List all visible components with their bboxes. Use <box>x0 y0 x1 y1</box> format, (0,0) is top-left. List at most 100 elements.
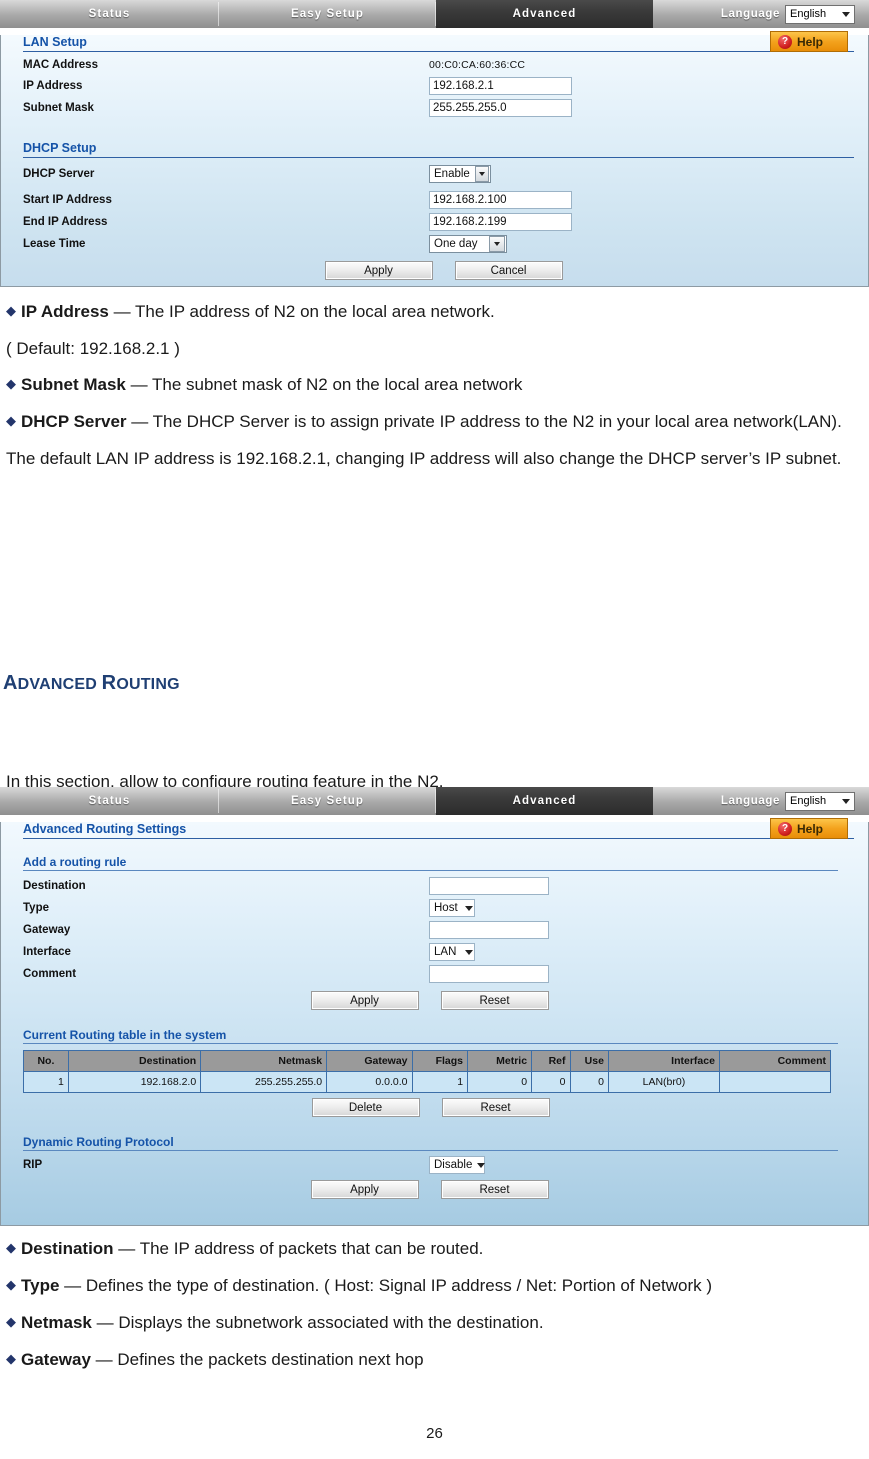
desc-dhcp-server: — The DHCP Server is to assign private I… <box>6 412 842 468</box>
language-select[interactable]: English <box>785 4 855 24</box>
label-end-ip: End IP Address <box>23 216 108 228</box>
cancel-button[interactable]: Cancel <box>454 261 563 280</box>
label-start-ip: Start IP Address <box>23 194 112 206</box>
cell-metric: 0 <box>467 1071 533 1093</box>
row-gateway: Gateway <box>23 921 868 939</box>
table-row[interactable]: 1 192.168.2.0 255.255.255.0 0.0.0.0 1 0 … <box>23 1071 832 1093</box>
delete-button[interactable]: Delete <box>311 1098 420 1117</box>
heading-r-cap: R <box>101 672 117 694</box>
row-rip: RIP Disable <box>23 1156 868 1174</box>
label-rip: RIP <box>23 1159 43 1171</box>
input-end-ip[interactable]: 192.168.2.199 <box>429 213 572 231</box>
label-lease-time: Lease Time <box>23 238 86 250</box>
help-button[interactable]: ? Help <box>770 31 848 52</box>
label-comment: Comment <box>23 968 77 980</box>
label-subnet-mask: Subnet Mask <box>23 102 94 114</box>
th-interface: Interface <box>607 1050 720 1072</box>
heading-a-cap: A <box>3 672 18 694</box>
cell-ref: 0 <box>531 1071 571 1093</box>
language-label-2: Language <box>720 795 780 807</box>
lan-setup-title-text: LAN Setup <box>23 35 87 49</box>
term-gateway: Gateway <box>21 1350 91 1369</box>
tab-status-label: Status <box>88 8 131 20</box>
routing-table-subtitle: Current Routing table in the system <box>23 1028 838 1044</box>
input-gateway[interactable] <box>429 921 549 939</box>
diamond-bullet-icon: ◆ <box>6 1314 16 1329</box>
desc-ip-address-default: ( Default: 192.168.2.1 ) <box>6 339 180 358</box>
language-select-value: English <box>790 8 827 20</box>
input-comment[interactable] <box>429 965 549 983</box>
cell-netmask: 255.255.255.0 <box>200 1071 328 1093</box>
term-dhcp-server: DHCP Server <box>21 412 127 431</box>
select-rip[interactable]: Disable <box>429 1156 486 1174</box>
select-type-value: Host <box>434 902 458 914</box>
input-destination[interactable] <box>429 877 549 895</box>
chevron-down-icon <box>465 905 473 911</box>
tab-easy-setup-2[interactable]: Easy Setup <box>219 787 436 815</box>
routing-table-header-row: No. Destination Netmask Gateway Flags Me… <box>23 1050 832 1072</box>
tab-status-2[interactable]: Status <box>0 787 219 815</box>
language-select-2[interactable]: English <box>785 791 855 811</box>
label-gateway: Gateway <box>23 924 71 936</box>
select-rip-value: Disable <box>434 1159 473 1171</box>
routing-settings-section-title: Advanced Routing Settings ? Help <box>23 818 854 839</box>
label-type: Type <box>23 902 49 914</box>
table-reset-button[interactable]: Reset <box>441 1098 550 1117</box>
row-type: Type Host <box>23 899 868 917</box>
row-mac-address: MAC Address 00:C0:CA:60:36:CC <box>23 59 868 71</box>
th-netmask: Netmask <box>200 1050 328 1072</box>
help-button-2[interactable]: ? Help <box>770 818 848 839</box>
th-no: No. <box>23 1050 69 1072</box>
bullet-type: ◆ Type — Defines the type of destination.… <box>6 1268 866 1305</box>
label-destination: Destination <box>23 880 86 892</box>
dynamic-apply-button[interactable]: Apply <box>310 1180 419 1199</box>
page-number: 26 <box>426 1425 443 1442</box>
tab-easy-setup[interactable]: Easy Setup <box>219 0 436 28</box>
select-interface[interactable]: LAN <box>429 943 475 961</box>
bullet-subnet-mask: ◆ Subnet Mask — The subnet mask of N2 on … <box>6 367 866 404</box>
help-button-label: Help <box>797 34 824 49</box>
table-button-row: Delete Reset <box>0 1098 868 1117</box>
chevron-down-icon <box>489 236 505 252</box>
routing-table-subtitle-text: Current Routing table in the system <box>23 1028 227 1042</box>
dynamic-button-row: Apply Reset <box>0 1180 868 1199</box>
term-ip-address: IP Address <box>21 302 109 321</box>
select-lease-time[interactable]: One day <box>429 235 507 253</box>
rule-button-row: Apply Reset <box>0 991 868 1010</box>
input-start-ip[interactable]: 192.168.2.100 <box>429 191 572 209</box>
row-ip-address: IP Address 192.168.2.1 <box>23 77 868 95</box>
desc-netmask: — Displays the subnetwork associated wit… <box>91 1313 544 1332</box>
apply-button[interactable]: Apply <box>324 261 433 280</box>
language-area-2: Language English <box>653 787 869 815</box>
advanced-routing-panel: Advanced Routing Settings ? Help Add a r… <box>0 818 869 1226</box>
cell-interface: LAN(br0) <box>607 1071 720 1093</box>
chevron-down-icon <box>477 1162 486 1168</box>
bullet-netmask: ◆ Netmask — Displays the subnetwork assoc… <box>6 1305 866 1342</box>
bullet-ip-address-default: ( Default: 192.168.2.1 ) <box>6 331 866 367</box>
rule-apply-button[interactable]: Apply <box>310 991 419 1010</box>
bullet-gateway: ◆ Gateway — Defines the packets destinati… <box>6 1342 866 1379</box>
tab-status[interactable]: Status <box>0 0 219 28</box>
tab-advanced[interactable]: Advanced <box>436 0 653 28</box>
dynamic-routing-subtitle: Dynamic Routing Protocol <box>23 1135 838 1151</box>
rule-reset-button[interactable]: Reset <box>440 991 549 1010</box>
cell-gateway: 0.0.0.0 <box>326 1071 413 1093</box>
select-type[interactable]: Host <box>429 899 475 917</box>
diamond-bullet-icon: ◆ <box>6 1277 16 1292</box>
input-ip-address[interactable]: 192.168.2.1 <box>429 77 572 95</box>
bullet-ip-address: ◆ IP Address — The IP address of N2 on th… <box>6 294 866 331</box>
th-flags: Flags <box>411 1050 469 1072</box>
tab-easy-setup-label-2: Easy Setup <box>291 795 364 807</box>
tab-advanced-2[interactable]: Advanced <box>436 787 653 815</box>
cell-destination: 192.168.2.0 <box>67 1071 202 1093</box>
input-subnet-mask[interactable]: 255.255.255.0 <box>429 99 572 117</box>
help-button-label-2: Help <box>797 821 824 836</box>
dynamic-reset-button[interactable]: Reset <box>440 1180 549 1199</box>
select-dhcp-server[interactable]: Enable <box>429 165 491 183</box>
tab-advanced-label: Advanced <box>512 8 577 20</box>
dhcp-setup-title-text: DHCP Setup <box>23 141 97 155</box>
nav-bar: Status Easy Setup Advanced Language Engl… <box>0 0 869 28</box>
row-dhcp-server: DHCP Server Enable <box>23 165 868 183</box>
select-lease-time-value: One day <box>434 238 478 250</box>
select-dhcp-server-value: Enable <box>434 168 470 180</box>
